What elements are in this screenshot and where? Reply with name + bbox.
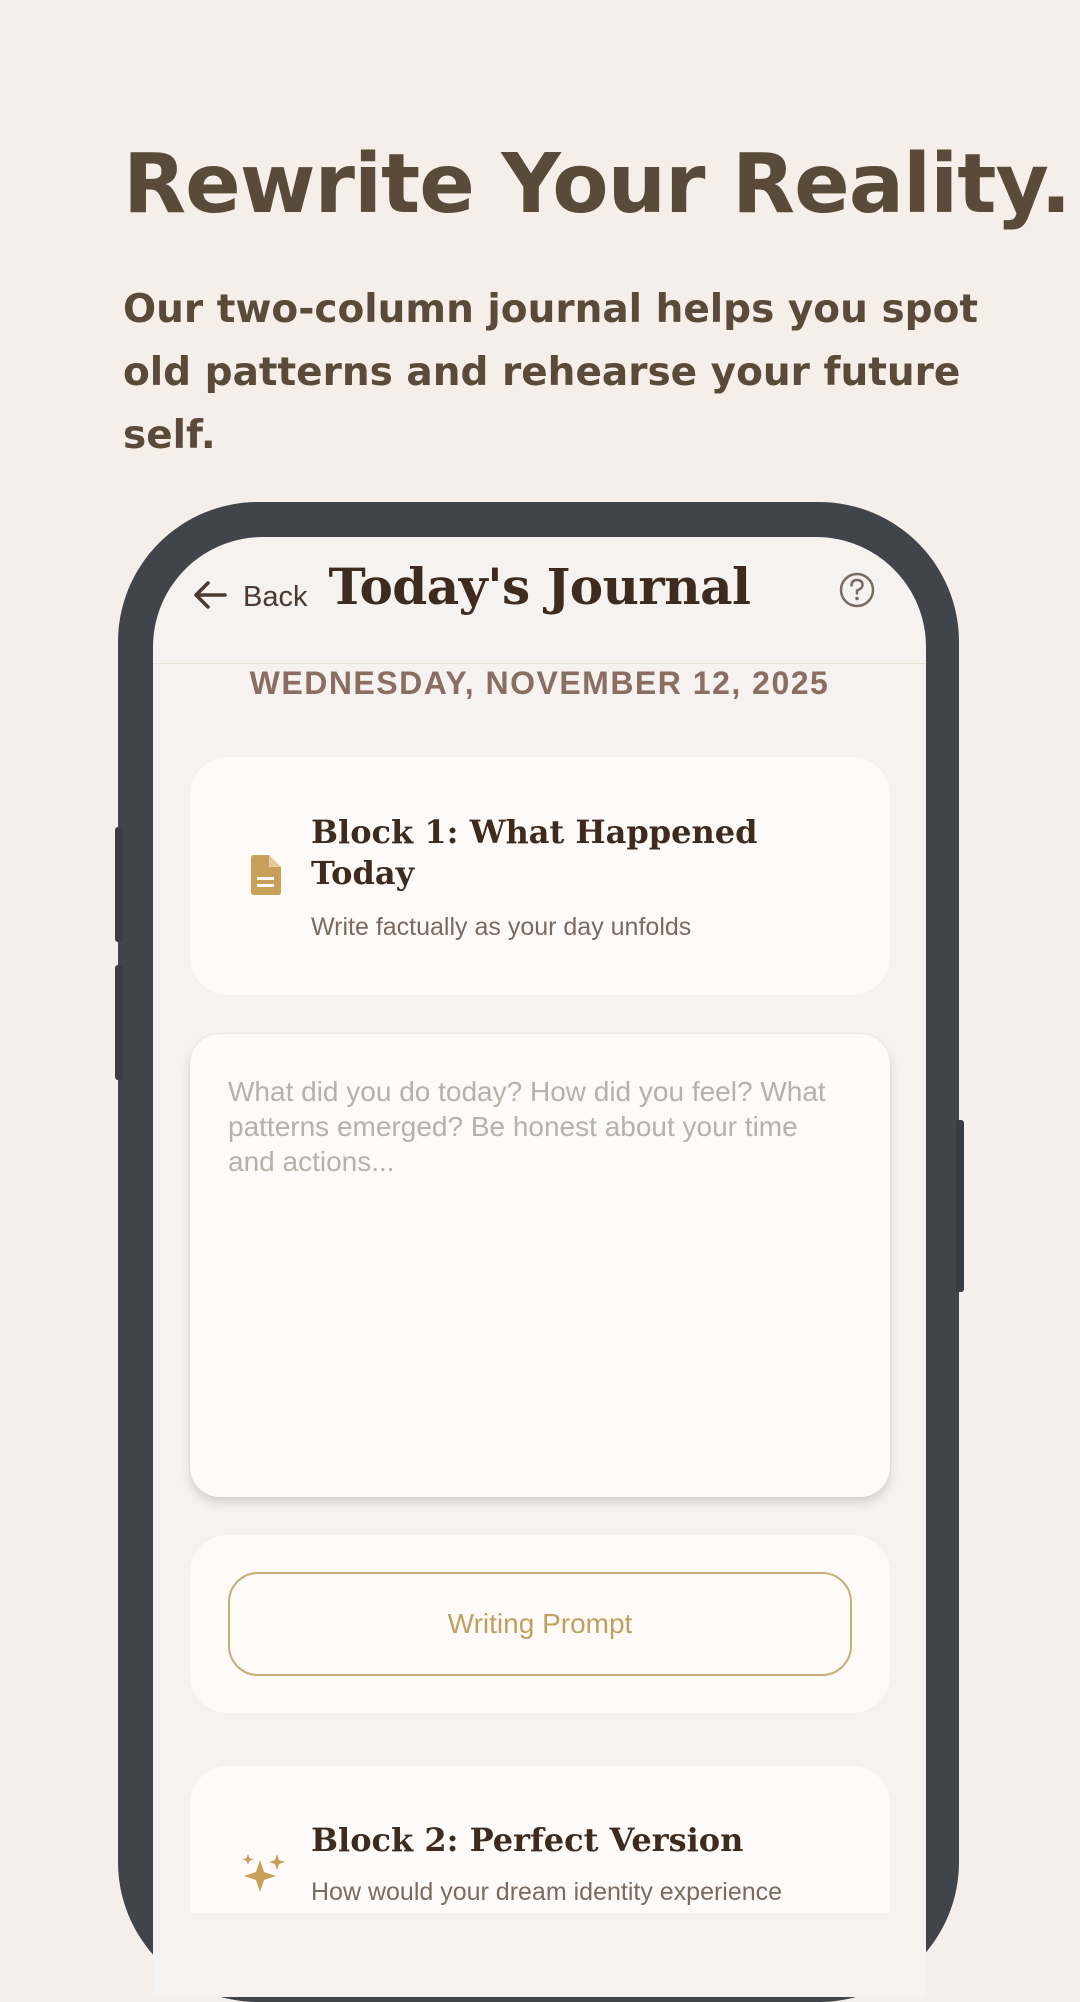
- sparkles-icon: [240, 1852, 288, 1904]
- phone-side-button-top-left: [115, 827, 123, 942]
- help-circle-icon: [836, 572, 878, 615]
- phone-side-button-right: [956, 1120, 964, 1292]
- document-icon: [248, 855, 282, 899]
- bottom-edge: [153, 1913, 926, 1997]
- block1-card: Block 1: What Happened Today Write factu…: [190, 757, 890, 995]
- block2-title: Block 2: Perfect Version: [311, 1821, 744, 1859]
- writing-prompt-button[interactable]: Writing Prompt: [228, 1572, 852, 1676]
- phone-screen: Back Today's Journal WEDNESDAY, NOVEMBER…: [153, 537, 926, 1997]
- help-button[interactable]: [836, 569, 878, 615]
- page-title: Today's Journal: [328, 557, 751, 616]
- writing-prompt-card: Writing Prompt: [190, 1535, 890, 1713]
- app-header: Back Today's Journal: [153, 537, 926, 664]
- journal-date: WEDNESDAY, NOVEMBER 12, 2025: [249, 665, 830, 701]
- block1-subtitle: Write factually as your day unfolds: [311, 913, 692, 941]
- block1-entry-card: [190, 1034, 890, 1497]
- marketing-headline: Rewrite Your Reality.: [123, 137, 1072, 232]
- block1-entry-input[interactable]: [228, 1074, 852, 1457]
- block2-subtitle: How would your dream identity experience: [311, 1878, 783, 1906]
- block1-title: Block 1: What Happened Today: [311, 813, 758, 892]
- phone-side-button-bottom-left: [115, 965, 123, 1080]
- marketing-subhead: Our two-column journal helps you spot ol…: [123, 287, 979, 458]
